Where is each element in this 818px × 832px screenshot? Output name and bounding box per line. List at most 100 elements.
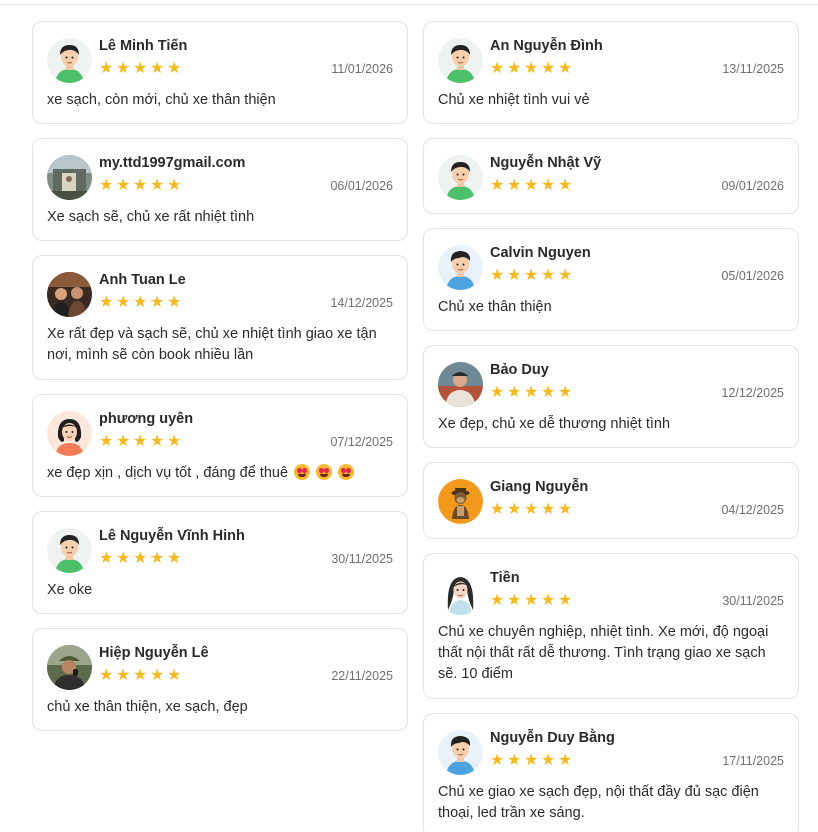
cartoon-man-green-icon xyxy=(438,155,483,200)
star-icon: ★ xyxy=(524,384,539,401)
star-icon: ★ xyxy=(490,752,505,769)
star-icon: ★ xyxy=(150,550,165,567)
review-date: 07/12/2025 xyxy=(330,434,393,449)
review-date: 30/11/2025 xyxy=(722,593,784,608)
review-text: Chủ xe chuyên nghiệp, nhiệt tình. Xe mới… xyxy=(438,624,769,682)
star-rating: ★ ★ ★ ★ ★ xyxy=(99,667,182,684)
star-icon: ★ xyxy=(541,501,556,518)
heart-eyes-emoji-icon xyxy=(294,464,311,480)
review-date: 22/11/2025 xyxy=(331,668,393,683)
review-card: Hiệp Nguyễn Lê ★ ★ ★ ★ ★ 22/11/2025 chủ xe t… xyxy=(32,628,408,731)
star-icon: ★ xyxy=(558,177,573,194)
star-rating: ★ ★ ★ ★ ★ xyxy=(99,433,182,450)
heart-eyes-emoji-icon xyxy=(338,464,355,480)
star-icon: ★ xyxy=(490,60,505,77)
star-rating: ★ ★ ★ ★ ★ xyxy=(99,60,182,77)
review-card: Calvin Nguyen ★ ★ ★ ★ ★ 05/01/2026 Chủ xe th… xyxy=(423,228,799,331)
star-icon: ★ xyxy=(507,60,522,77)
reviewer-name: An Nguyễn Đình xyxy=(490,38,603,54)
review-text: Xe sạch sẽ, chủ xe rất nhiệt tình xyxy=(47,209,255,225)
star-icon: ★ xyxy=(507,384,522,401)
review-text: xe đẹp xịn , dịch vụ tốt , đáng để thuê xyxy=(33,463,407,484)
star-icon: ★ xyxy=(133,667,148,684)
star-icon: ★ xyxy=(167,177,182,194)
star-icon: ★ xyxy=(167,294,182,311)
review-date: 06/01/2026 xyxy=(330,178,393,193)
star-icon: ★ xyxy=(507,752,522,769)
star-icon: ★ xyxy=(150,60,165,77)
reviewer-name: Lê Minh Tiến xyxy=(99,38,188,54)
star-icon: ★ xyxy=(116,550,131,567)
star-icon: ★ xyxy=(99,667,114,684)
review-date: 11/01/2026 xyxy=(331,61,393,76)
review-date: 30/11/2025 xyxy=(331,551,393,566)
reviewer-name: Bảo Duy xyxy=(490,362,549,378)
photo-avatar-icon xyxy=(47,272,92,317)
star-icon: ★ xyxy=(541,267,556,284)
top-divider xyxy=(0,4,818,5)
reviewer-name: Hiệp Nguyễn Lê xyxy=(99,645,209,661)
star-rating: ★ ★ ★ ★ ★ xyxy=(490,267,573,284)
star-icon: ★ xyxy=(558,752,573,769)
star-icon: ★ xyxy=(524,752,539,769)
review-text: Chủ xe nhiệt tình vui vẻ xyxy=(438,92,590,108)
review-text: Xe rất đẹp và sạch sẽ, chủ xe nhiệt tình… xyxy=(47,326,377,363)
review-card: my.ttd1997gmail.com ★ ★ ★ ★ ★ 06/01/2026 Xe … xyxy=(32,138,408,241)
cartoon-man-blue-icon xyxy=(438,730,483,775)
star-icon: ★ xyxy=(490,384,505,401)
star-icon: ★ xyxy=(541,384,556,401)
cartoon-woman-icon xyxy=(47,411,92,456)
review-text: Xe đẹp, chủ xe dễ thương nhiệt tình xyxy=(438,416,671,432)
star-rating: ★ ★ ★ ★ ★ xyxy=(490,501,573,518)
star-rating: ★ ★ ★ ★ ★ xyxy=(99,550,182,567)
review-card: Bảo Duy ★ ★ ★ ★ ★ 12/12/2025 Xe đẹp, chủ xe … xyxy=(423,345,799,448)
reviewer-name: Lê Nguyễn Vĩnh Hinh xyxy=(99,528,245,544)
star-icon: ★ xyxy=(150,667,165,684)
star-icon: ★ xyxy=(558,501,573,518)
star-icon: ★ xyxy=(507,592,522,609)
star-icon: ★ xyxy=(524,177,539,194)
star-rating: ★ ★ ★ ★ ★ xyxy=(490,60,573,77)
star-icon: ★ xyxy=(167,433,182,450)
star-rating: ★ ★ ★ ★ ★ xyxy=(490,592,573,609)
review-text: chủ xe thân thiện, xe sạch, đẹp xyxy=(47,699,248,715)
review-text: Xe oke xyxy=(47,582,93,598)
review-card: Nguyễn Nhật Vỹ ★ ★ ★ ★ ★ 09/01/2026 xyxy=(423,138,799,214)
star-icon: ★ xyxy=(558,60,573,77)
star-icon: ★ xyxy=(133,177,148,194)
reviewer-name: Calvin Nguyen xyxy=(490,245,591,261)
reviewer-name: my.ttd1997gmail.com xyxy=(99,155,246,171)
reviewer-name: Nguyễn Nhật Vỹ xyxy=(490,155,602,171)
review-text-content: xe đẹp xịn , dịch vụ tốt , đáng để thuê xyxy=(47,465,289,481)
cartoon-man-green-icon xyxy=(47,528,92,573)
star-icon: ★ xyxy=(558,267,573,284)
star-icon: ★ xyxy=(541,592,556,609)
review-card: Lê Nguyễn Vĩnh Hinh ★ ★ ★ ★ ★ 30/11/2025 Xe … xyxy=(32,511,408,614)
review-card: phương uyên ★ ★ ★ ★ ★ 07/12/2025 xe đẹp xịn … xyxy=(32,394,408,497)
review-card: Giang Nguyễn ★ ★ ★ ★ ★ 04/12/2025 xyxy=(423,462,799,539)
review-card: Anh Tuan Le ★ ★ ★ ★ ★ 14/12/2025 Xe rất đẹp … xyxy=(32,255,408,380)
star-rating: ★ ★ ★ ★ ★ xyxy=(490,752,573,769)
star-rating: ★ ★ ★ ★ ★ xyxy=(99,294,182,311)
star-icon: ★ xyxy=(99,433,114,450)
star-icon: ★ xyxy=(558,384,573,401)
photo-avatar-icon xyxy=(47,155,92,200)
star-icon: ★ xyxy=(490,501,505,518)
reviewer-name: phương uyên xyxy=(99,411,194,427)
star-icon: ★ xyxy=(150,294,165,311)
star-icon: ★ xyxy=(507,501,522,518)
star-icon: ★ xyxy=(524,60,539,77)
reviewer-name: Anh Tuan Le xyxy=(99,272,186,288)
star-rating: ★ ★ ★ ★ ★ xyxy=(490,384,573,401)
star-icon: ★ xyxy=(541,60,556,77)
star-icon: ★ xyxy=(558,592,573,609)
star-rating: ★ ★ ★ ★ ★ xyxy=(490,177,573,194)
star-icon: ★ xyxy=(133,60,148,77)
star-icon: ★ xyxy=(541,177,556,194)
review-card: Tiền ★ ★ ★ ★ ★ 30/11/2025 Chủ xe chuyên nghi… xyxy=(423,553,799,699)
review-text: Chủ xe thân thiện xyxy=(438,299,552,315)
star-icon: ★ xyxy=(524,501,539,518)
review-date: 13/11/2025 xyxy=(722,61,784,76)
star-icon: ★ xyxy=(524,592,539,609)
heart-eyes-emoji-icon xyxy=(316,464,333,480)
